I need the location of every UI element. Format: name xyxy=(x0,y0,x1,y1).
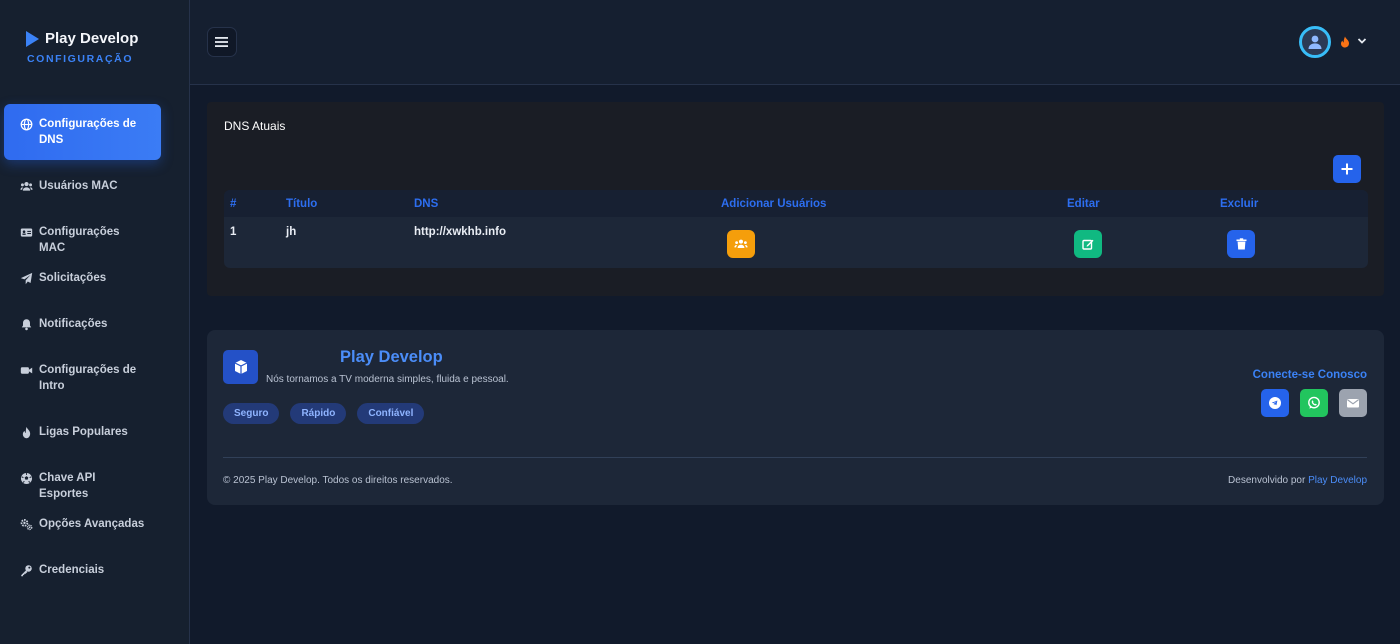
sidebar-item-label: Opções Avançadas xyxy=(39,518,145,530)
sidebar-item-mac-users[interactable]: Usuários MAC xyxy=(4,178,161,194)
column-header-delete: Excluir xyxy=(1220,198,1259,210)
social-links xyxy=(1261,389,1367,417)
telegram-icon xyxy=(1269,397,1281,409)
column-header-add-users: Adicionar Usuários xyxy=(721,198,827,210)
soccer-ball-icon xyxy=(19,471,33,485)
column-header-title: Título xyxy=(286,198,318,210)
globe-icon xyxy=(19,117,33,131)
feature-badges: Seguro Rápido Confiável xyxy=(223,403,425,424)
badge-reliable: Confiável xyxy=(357,403,425,424)
copyright-text: © 2025 Play Develop. Todos os direitos r… xyxy=(223,475,453,486)
telegram-button[interactable] xyxy=(1261,389,1289,417)
sidebar: Play Develop CONFIGURAÇÃO Configurações … xyxy=(0,0,190,644)
fire-icon xyxy=(19,425,33,439)
add-users-button[interactable] xyxy=(727,230,755,258)
cell-dns: http://xwkhb.info xyxy=(414,226,506,238)
plus-icon xyxy=(1341,163,1353,175)
sidebar-item-label: Notificações xyxy=(39,318,108,330)
cell-title: jh xyxy=(286,226,297,238)
footer-title: Play Develop xyxy=(340,348,443,366)
section-title: DNS Atuais xyxy=(224,119,286,133)
sidebar-item-credentials[interactable]: Credenciais xyxy=(4,562,161,578)
edit-button[interactable] xyxy=(1074,230,1102,258)
hamburger-icon xyxy=(215,37,228,47)
sidebar-item-notifications[interactable]: Notificações xyxy=(4,316,161,332)
video-icon xyxy=(19,363,33,377)
badge-secure: Seguro xyxy=(223,403,280,424)
envelope-icon xyxy=(1347,399,1359,408)
badge-fast: Rápido xyxy=(290,403,347,424)
developed-by-label: Desenvolvido por xyxy=(1228,475,1306,486)
chevron-down-icon[interactable] xyxy=(1357,36,1367,46)
brand-subtitle: CONFIGURAÇÃO xyxy=(27,53,134,65)
whatsapp-button[interactable] xyxy=(1300,389,1328,417)
menu-toggle-button[interactable] xyxy=(207,27,237,57)
developed-by: Desenvolvido por Play Develop xyxy=(1228,475,1367,486)
sidebar-item-advanced[interactable]: Opções Avançadas xyxy=(4,516,161,532)
cell-id: 1 xyxy=(230,226,237,238)
column-header-id: # xyxy=(230,198,237,210)
id-card-icon xyxy=(19,225,33,239)
sidebar-item-label: Chave API Esportes xyxy=(39,472,96,500)
user-icon xyxy=(1308,35,1322,49)
table-header: # Título DNS Adicionar Usuários Editar E… xyxy=(224,190,1368,217)
footer-divider xyxy=(223,457,1367,458)
trash-icon xyxy=(1236,238,1246,250)
users-icon xyxy=(734,239,748,248)
sidebar-item-label: Configurações MAC xyxy=(39,226,120,254)
gears-icon xyxy=(19,517,33,531)
sidebar-item-requests[interactable]: Solicitações xyxy=(4,270,161,286)
users-icon xyxy=(19,179,33,193)
footer-card: Play Develop Nós tornamos a TV moderna s… xyxy=(207,330,1384,505)
dns-table: # Título DNS Adicionar Usuários Editar E… xyxy=(224,190,1368,268)
sidebar-item-mac-settings[interactable]: Configurações MAC xyxy=(4,224,161,256)
brand[interactable]: Play Develop CONFIGURAÇÃO xyxy=(26,30,138,65)
whatsapp-icon xyxy=(1308,396,1320,409)
developer-link[interactable]: Play Develop xyxy=(1308,475,1367,486)
bell-icon xyxy=(19,317,33,331)
sidebar-item-label: Configurações de Intro xyxy=(39,364,137,392)
sidebar-item-leagues[interactable]: Ligas Populares xyxy=(4,424,161,440)
key-icon xyxy=(19,563,33,577)
user-avatar[interactable] xyxy=(1299,26,1331,58)
play-logo-icon xyxy=(26,30,39,47)
sidebar-item-intro[interactable]: Configurações de Intro xyxy=(4,362,161,394)
sidebar-item-label: Credenciais xyxy=(39,564,105,576)
box-logo-icon xyxy=(223,350,258,384)
flame-icon xyxy=(1341,36,1349,48)
paper-plane-icon xyxy=(19,271,33,285)
column-header-dns: DNS xyxy=(414,198,439,210)
top-header xyxy=(190,0,1400,85)
dns-card: DNS Atuais # Título DNS Adicionar Usuári… xyxy=(207,102,1384,296)
email-button[interactable] xyxy=(1339,389,1367,417)
brand-title: Play Develop xyxy=(45,30,139,47)
sidebar-item-label: Configurações de DNS xyxy=(39,118,137,146)
delete-button[interactable] xyxy=(1227,230,1255,258)
add-dns-button[interactable] xyxy=(1333,155,1361,183)
sidebar-item-dns[interactable]: Configurações de DNS xyxy=(4,104,161,160)
edit-icon xyxy=(1082,239,1094,250)
sidebar-item-sports-api[interactable]: Chave API Esportes xyxy=(4,470,161,502)
sidebar-item-label: Usuários MAC xyxy=(39,180,118,192)
column-header-edit: Editar xyxy=(1067,198,1100,210)
sidebar-item-label: Solicitações xyxy=(39,272,107,284)
footer-tagline: Nós tornamos a TV moderna simples, fluid… xyxy=(266,374,509,385)
sidebar-item-label: Ligas Populares xyxy=(39,426,128,438)
connect-heading: Conecte-se Conosco xyxy=(1252,369,1367,381)
